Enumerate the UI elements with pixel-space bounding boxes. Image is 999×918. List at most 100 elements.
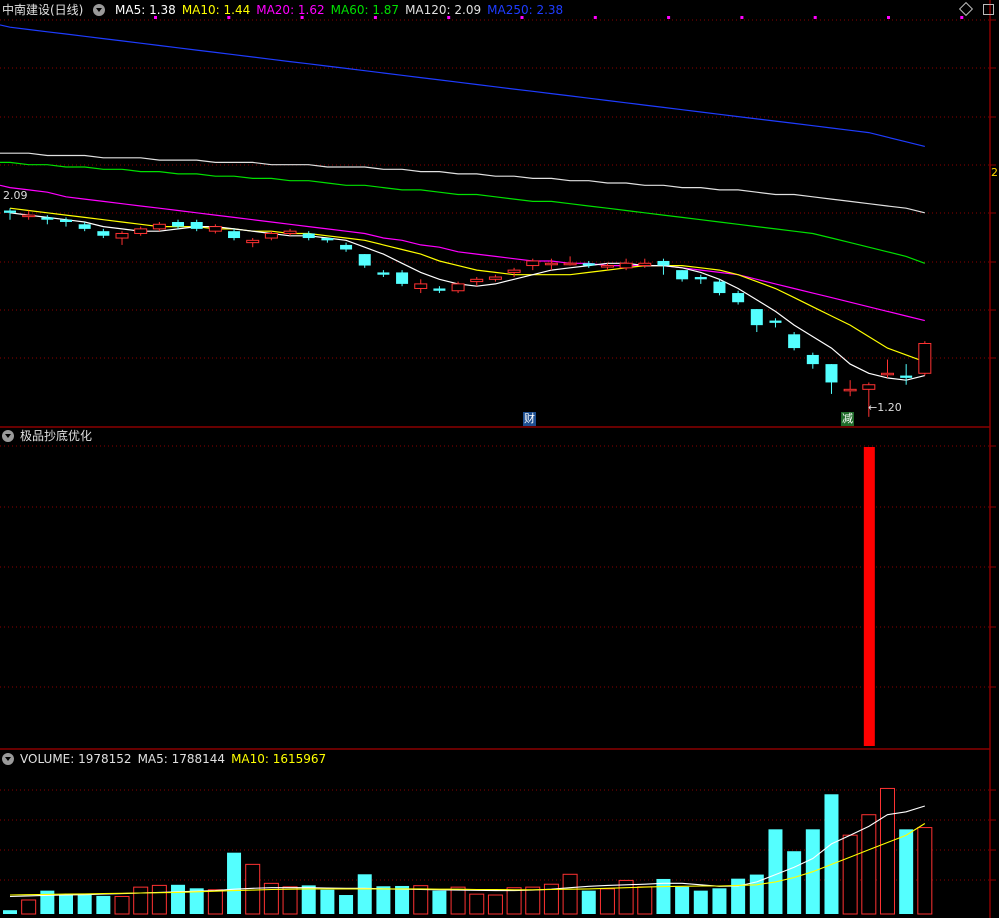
candle-body-up [451, 283, 465, 292]
volume-panel-header: VOLUME: 1978152 MA5: 1788144 MA10: 1615967 [2, 750, 332, 768]
volume-bar-down [59, 895, 74, 914]
candle-body-up [208, 226, 222, 232]
volume-bar-down [3, 910, 17, 914]
candle-body-down [228, 231, 241, 239]
volume-dropdown-icon[interactable] [2, 753, 14, 765]
candle-body-down [377, 272, 390, 275]
candle-body-up [134, 228, 148, 234]
volume-bar-up [506, 887, 522, 915]
candle-body-down [97, 231, 110, 236]
candle-body-up [918, 342, 932, 374]
volume-bar-down [581, 890, 596, 914]
candle-body-down [78, 224, 91, 229]
price-panel-header: 中南建设(日线) MA5: 1.38 MA10: 1.44 MA20: 1.62 MA… [2, 1, 575, 19]
volume-bar-down [432, 890, 447, 914]
dropdown-icon[interactable] [93, 4, 106, 16]
volume-bar-down [171, 884, 186, 914]
volume-bar-up [450, 886, 466, 915]
event-marker-cai[interactable]: 财 [523, 412, 536, 426]
candle-body-up [246, 239, 260, 244]
volume-ma10-label: MA10: 1615967 [231, 752, 327, 766]
ma-label-5: MA250: 2.38 [487, 3, 564, 17]
volume-bar-up [245, 863, 261, 915]
stock-title[interactable]: 中南建设(日线) [2, 3, 83, 17]
volume-bar-up [842, 834, 858, 915]
candle-body-down [41, 217, 54, 220]
event-marker-jian[interactable]: 减 [841, 412, 854, 426]
top-marker [887, 16, 890, 19]
volume-bar-up [207, 889, 223, 915]
candle-body-up [619, 262, 633, 269]
ma-label-2: MA20: 1.62 [256, 3, 325, 17]
candle-body-up [488, 276, 502, 280]
candle-body-down [358, 254, 371, 266]
candle-body-down [825, 364, 838, 383]
candle-body-down [190, 222, 203, 229]
volume-bar-up [487, 894, 503, 915]
volume-bar-up [282, 886, 298, 915]
volume-bar-up [599, 888, 615, 915]
ma-label-1: MA10: 1.44 [181, 3, 251, 17]
volume-bar-up [133, 886, 149, 915]
volume-bar-down [77, 893, 92, 914]
volume-bar-up [879, 787, 895, 915]
volume-bar-up [151, 884, 167, 915]
candle-body-up [264, 232, 278, 239]
volume-bar-down [693, 890, 708, 914]
candle-body-up [638, 262, 652, 267]
volume-bar-up [917, 827, 933, 915]
ma-label-0: MA5: 1.38 [115, 3, 176, 17]
volume-bar-up [562, 873, 578, 915]
candle-body-down [396, 272, 409, 284]
candle-body-down [676, 270, 689, 280]
ma-legend: MA5: 1.38 MA10: 1.44 MA20: 1.62 MA60: 1.87 M… [115, 3, 569, 17]
volume-bar-down [357, 874, 372, 914]
indicator-dropdown-icon[interactable] [2, 430, 14, 442]
candle-body-up [152, 223, 166, 230]
candle-body-down [713, 281, 726, 294]
top-marker [667, 16, 671, 19]
candle-body-down [433, 288, 446, 291]
candle-body-down [582, 263, 595, 266]
top-marker [593, 16, 597, 19]
low-price-label: ←1.20 [868, 401, 902, 414]
maximize-icon[interactable] [983, 4, 994, 15]
volume-bar-up [861, 814, 877, 915]
candle-body-up [600, 265, 614, 268]
candle-body-up [414, 283, 428, 289]
indicator-title[interactable]: 极品抄底优化 [20, 429, 92, 443]
top-marker [740, 16, 744, 19]
volume-bar-down [824, 794, 839, 914]
volume-bar-down [712, 888, 727, 914]
volume-bar-down [787, 851, 802, 914]
ma250-line [0, 24, 925, 147]
candle-body-down [4, 210, 16, 213]
right-axis-label: 2 [991, 166, 998, 179]
candle-body-down [788, 334, 801, 349]
kline-chart[interactable] [0, 0, 999, 918]
candle-body-down [694, 277, 707, 280]
ma5-line [9, 212, 925, 381]
ma120-line [0, 152, 925, 214]
candle-body-up [544, 262, 558, 266]
candle-body-up [115, 232, 129, 239]
top-marker [960, 16, 964, 19]
candle-body-up [880, 372, 894, 376]
volume-bar-down [675, 886, 690, 914]
volume-bar-down [376, 886, 391, 914]
candle-body-up [470, 278, 484, 283]
volume-bar-up [114, 895, 130, 915]
volume-bar-down [768, 829, 783, 914]
candle-body-down [750, 309, 763, 326]
volume-bar-down [301, 885, 316, 914]
candle-body-up [563, 262, 577, 266]
candle-body-down [60, 219, 73, 222]
candle-body-down [340, 244, 353, 250]
candle-body-down [657, 260, 670, 266]
ma20-line [0, 184, 925, 322]
indicator-signal-bar [863, 447, 875, 746]
volume-ma5-label: MA5: 1788144 [137, 752, 226, 766]
candle-body-up [283, 230, 297, 234]
candle-body-up [843, 388, 857, 392]
candle-body-down [769, 320, 782, 323]
